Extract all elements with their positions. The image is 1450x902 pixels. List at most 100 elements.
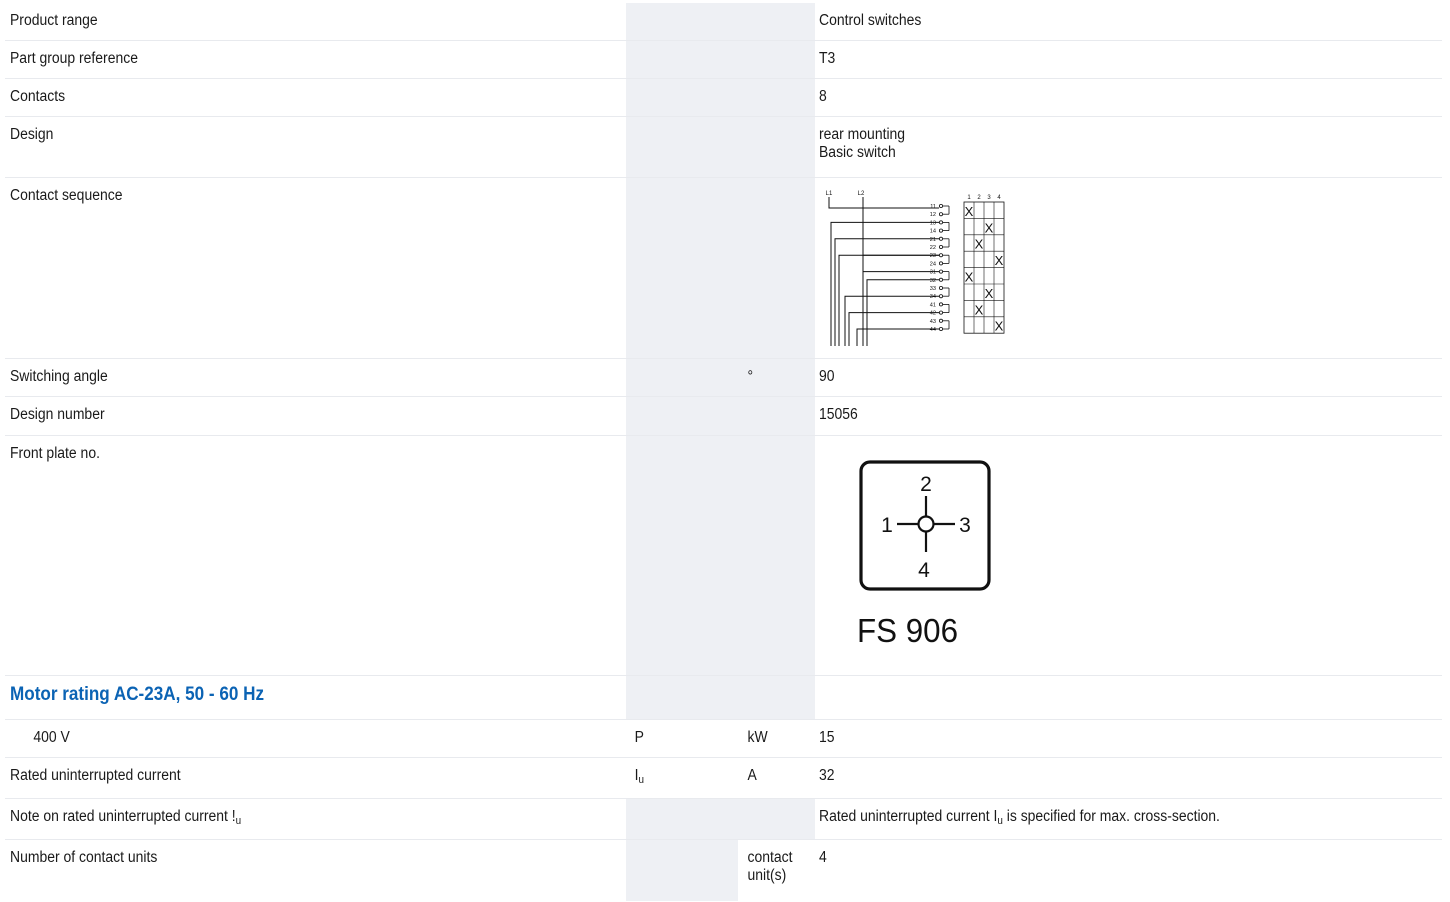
row-label: Design — [10, 126, 54, 143]
terminal-contact — [939, 302, 944, 307]
row-label: 400 V — [33, 729, 70, 746]
sequence-marker: X — [975, 302, 984, 317]
conductor-line — [862, 254, 939, 346]
row-value: Control switches — [819, 12, 922, 29]
plate-caption: FS 906 — [857, 612, 958, 649]
row-part-group: Part group reference T3 — [5, 41, 1442, 79]
row-label: Design number — [10, 406, 105, 423]
row-contact-units: Number of contact units contact unit(s) … — [5, 840, 1442, 901]
row-value: Rated uninterrupted current Iu is specif… — [819, 799, 1377, 839]
terminal-contact — [939, 228, 944, 233]
row-symbol: Iu — [631, 758, 732, 798]
row-value: 32 — [819, 767, 835, 784]
shaded-column — [626, 3, 815, 40]
unit-text: A — [747, 767, 757, 784]
symbol-text: P — [634, 729, 644, 746]
symbol-subscript: u — [638, 774, 644, 786]
row-label: Part group reference — [10, 50, 138, 67]
unit-line1: contact — [747, 849, 793, 866]
terminal-contact — [939, 269, 944, 274]
unit-text: ° — [747, 368, 754, 385]
row-label: Number of contact units — [10, 849, 158, 866]
terminal-label: 23 — [930, 253, 936, 259]
section-header-motor: Motor rating AC-23A, 50 - 60 Hz — [5, 676, 1442, 720]
l1-line — [828, 197, 939, 209]
conductor-line — [844, 295, 939, 346]
row-value: 8 — [819, 88, 827, 105]
terminal-label: 32 — [930, 278, 936, 284]
terminal-label: 43 — [930, 319, 936, 325]
spec-table: Product range Control switches Part grou… — [5, 3, 1442, 901]
sequence-marker: X — [975, 237, 984, 252]
note-value-post: is specified for max. cross-section. — [1002, 808, 1220, 825]
terminal-contact — [939, 318, 944, 323]
row-unit: ° — [743, 359, 812, 396]
row-value: T3 — [819, 50, 836, 67]
note-value-pre: Rated uninterrupted current I — [819, 808, 998, 825]
terminal-label: 33 — [930, 286, 936, 292]
sequence-marker: X — [985, 286, 994, 301]
conductor-line — [830, 221, 939, 346]
note-label-text: Note on rated uninterrupted current ! — [10, 808, 236, 825]
plate-position-top: 2 — [920, 473, 932, 496]
row-value: rear mounting Basic switch — [819, 117, 1377, 177]
row-label: Contact sequence — [10, 187, 123, 204]
terminal-contact — [939, 203, 944, 208]
design-value-line1: rear mounting — [819, 126, 906, 143]
row-label: Front plate no. — [10, 445, 100, 462]
terminal-contact — [939, 286, 944, 291]
position-label: 2 — [977, 195, 981, 201]
terminal-contact — [939, 261, 944, 266]
row-rated-current: Rated uninterrupted current Iu A 32 — [5, 758, 1442, 799]
shaded-column — [626, 79, 815, 116]
terminal-label: 22 — [930, 245, 936, 251]
row-value: 15056 — [819, 406, 858, 423]
section-title: Motor rating AC-23A, 50 - 60 Hz — [10, 684, 265, 705]
row-note-current: Note on rated uninterrupted current !u R… — [5, 799, 1442, 840]
sequence-marker: X — [995, 253, 1004, 268]
row-label: Note on rated uninterrupted current !u — [10, 799, 550, 839]
sequence-marker: X — [985, 220, 994, 235]
row-symbol: P — [631, 720, 732, 757]
input-label: L2 — [858, 191, 865, 197]
row-unit: kW — [743, 720, 812, 757]
sequence-marker: X — [965, 270, 974, 285]
plate-position-right: 3 — [959, 514, 971, 537]
note-label-subscript: u — [235, 815, 242, 827]
terminal-label: 24 — [930, 261, 936, 267]
front-plate-diagram: 2 1 3 4 FS 906 — [857, 460, 991, 649]
terminal-label: 44 — [930, 327, 936, 333]
terminal-label: 12 — [930, 212, 936, 218]
shaded-column — [626, 436, 815, 675]
terminal-label: 14 — [930, 229, 936, 235]
row-value: 90 — [819, 368, 835, 385]
row-contact-sequence: Contact sequence L1 L2 11 12 13 14 21 22 23 24 31 3… — [5, 178, 1442, 359]
row-label: Switching angle — [10, 368, 108, 385]
plate-position-left: 1 — [881, 514, 893, 537]
shaded-column — [626, 676, 815, 719]
terminal-contact — [939, 310, 944, 315]
design-value-line2: Basic switch — [819, 144, 896, 161]
position-label: 1 — [967, 195, 971, 201]
row-design: Design rear mounting Basic switch — [5, 117, 1442, 178]
sequence-marker: X — [965, 204, 974, 219]
terminal-contact — [939, 236, 944, 241]
row-unit: contact unit(s) — [743, 840, 812, 901]
terminal-contact — [939, 326, 944, 331]
plate-position-bottom: 4 — [918, 559, 930, 582]
contact-sequence-diagram: L1 L2111213142122232431323334414243441 2 3 4… — [826, 191, 1005, 346]
terminal-contact — [939, 212, 944, 217]
row-value: 15 — [819, 729, 835, 746]
row-product-range: Product range Control switches — [5, 3, 1442, 41]
shaded-column — [626, 840, 738, 901]
terminal-contact — [939, 294, 944, 299]
terminal-label: 21 — [930, 237, 936, 243]
conductor-line — [838, 254, 939, 346]
shaded-column — [626, 397, 815, 435]
shaded-column — [626, 117, 815, 177]
shaded-column — [626, 41, 815, 78]
row-front-plate: Front plate no. 2 1 3 4 FS 906 — [5, 436, 1442, 676]
row-switching-angle: Switching angle ° 90 — [5, 359, 1442, 397]
terminal-contact — [939, 220, 944, 225]
row-unit: A — [743, 758, 812, 798]
